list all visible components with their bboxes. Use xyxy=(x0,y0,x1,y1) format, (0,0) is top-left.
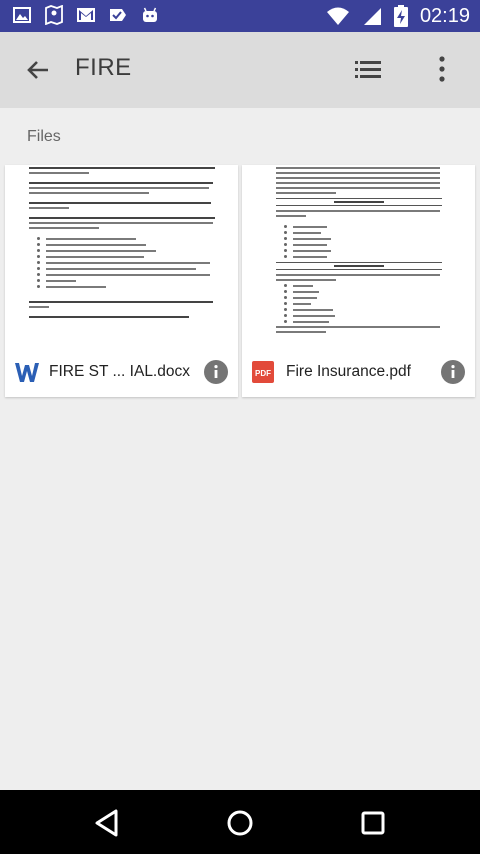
file-name: Fire Insurance.pdf xyxy=(286,363,411,380)
document-thumbnail xyxy=(242,165,475,345)
file-card-footer: FIRE ST ... IAL.docx xyxy=(5,347,238,397)
page-title: FIRE xyxy=(75,54,132,81)
file-card-docx[interactable]: FIRE ST ... IAL.docx xyxy=(5,165,238,397)
word-doc-icon xyxy=(15,363,39,382)
file-card-pdf[interactable]: PDF Fire Insurance.pdf xyxy=(242,165,475,397)
nav-home-icon[interactable] xyxy=(223,806,257,840)
status-time: 02:19 xyxy=(419,5,470,27)
maps-icon xyxy=(45,5,63,25)
app-bar: FIRE xyxy=(0,32,480,108)
list-view-icon[interactable] xyxy=(354,56,382,84)
gmail-icon xyxy=(77,8,95,22)
file-name: FIRE ST ... IAL.docx xyxy=(49,363,190,380)
system-nav-bar xyxy=(0,790,480,854)
files-section-label: Files xyxy=(27,128,61,145)
check-icon xyxy=(110,9,126,21)
nav-recent-apps-icon[interactable] xyxy=(356,806,390,840)
battery-charging-icon xyxy=(393,5,408,27)
more-options-icon[interactable] xyxy=(430,54,454,84)
signal-icon xyxy=(363,8,381,25)
info-icon[interactable] xyxy=(441,360,465,384)
back-arrow-icon[interactable] xyxy=(22,56,52,86)
pdf-icon-label: PDF xyxy=(255,369,271,378)
info-icon[interactable] xyxy=(204,360,228,384)
wifi-icon xyxy=(326,7,349,25)
status-bar: 02:19 xyxy=(0,0,480,32)
android-icon xyxy=(143,7,157,22)
document-thumbnail xyxy=(5,165,238,345)
gallery-icon xyxy=(13,7,31,23)
nav-back-icon[interactable] xyxy=(90,806,124,840)
file-card-footer: PDF Fire Insurance.pdf xyxy=(242,347,475,397)
pdf-icon: PDF xyxy=(252,361,274,383)
